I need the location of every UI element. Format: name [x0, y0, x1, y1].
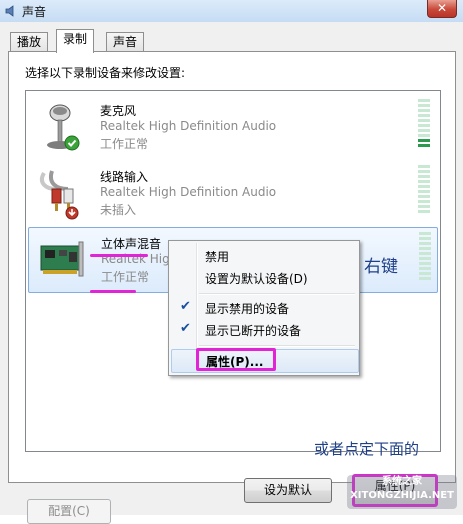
- tab-playback[interactable]: 播放: [10, 32, 49, 52]
- menu-item-properties[interactable]: 属性(P)...: [171, 348, 359, 373]
- speaker-icon: [5, 5, 14, 17]
- meter-bar: [418, 180, 430, 183]
- meter-bar: [419, 262, 431, 265]
- meter-bar: [419, 237, 431, 240]
- tab-sounds[interactable]: 声音: [106, 32, 145, 52]
- menu-item-show-disabled[interactable]: ✔ 显示禁用的设备: [171, 297, 357, 319]
- device-item-line-in[interactable]: 线路输入 Realtek High Definition Audio 未插入: [28, 161, 436, 225]
- level-meter: [419, 232, 431, 286]
- menu-item-label: 设置为默认设备(D): [205, 272, 308, 286]
- meter-bar: [418, 104, 430, 107]
- device-name: 立体声混音: [101, 237, 162, 251]
- meter-bar: [418, 114, 430, 117]
- configure-button[interactable]: 配置(C): [27, 499, 111, 524]
- meter-bar: [419, 252, 431, 255]
- title-bar: 声音 ✕: [0, 0, 463, 23]
- window-title: 声音: [22, 5, 47, 19]
- device-status: 工作正常: [100, 137, 149, 151]
- meter-bar: [418, 124, 430, 127]
- meter-bar: [418, 175, 430, 178]
- menu-separator: [199, 345, 355, 347]
- meter-bar: [418, 165, 430, 168]
- context-menu: 禁用 设置为默认设备(D) ✔ 显示禁用的设备 ✔ 显示已断开的设备 属性(P)…: [168, 240, 360, 376]
- annotation-underline: [90, 254, 148, 257]
- menu-item-disable[interactable]: 禁用: [171, 245, 357, 267]
- close-button[interactable]: ✕: [427, 0, 457, 18]
- menu-item-label: 显示已断开的设备: [205, 324, 302, 338]
- menu-item-label: 显示禁用的设备: [205, 302, 290, 316]
- meter-bar: [418, 129, 430, 132]
- level-meter: [418, 99, 430, 153]
- tab-recording[interactable]: 录制: [56, 29, 95, 53]
- meter-bar: [418, 109, 430, 112]
- device-status: 未插入: [100, 203, 137, 217]
- menu-item-label: 属性(P)...: [206, 355, 264, 369]
- meter-bar: [418, 119, 430, 122]
- menu-item-label: 禁用: [205, 250, 230, 264]
- menu-separator: [199, 293, 355, 295]
- annotation-underline: [90, 290, 136, 293]
- instruction-text: 选择以下录制设备来修改设置:: [25, 66, 186, 80]
- meter-bar: [418, 195, 430, 198]
- check-icon: ✔: [180, 321, 191, 336]
- meter-bar: [418, 185, 430, 188]
- meter-bar: [418, 205, 430, 208]
- menu-item-set-default[interactable]: 设置为默认设备(D): [171, 267, 357, 289]
- meter-bar: [418, 190, 430, 193]
- meter-bar: [419, 242, 431, 245]
- meter-bar: [418, 200, 430, 203]
- microphone-icon: [47, 104, 80, 151]
- meter-bar: [418, 134, 430, 137]
- device-driver: Realtek High Definition Audio: [100, 119, 277, 133]
- device-driver: Realtek High Definition Audio: [100, 185, 277, 199]
- line-in-cable-icon: [39, 170, 79, 220]
- meter-bar: [419, 267, 431, 270]
- sound-card-icon: [40, 241, 84, 277]
- level-meter: [418, 165, 430, 219]
- check-icon: ✔: [180, 299, 191, 314]
- menu-item-show-disconnected[interactable]: ✔ 显示已断开的设备: [171, 319, 357, 341]
- device-name: 线路输入: [100, 170, 149, 184]
- set-default-button[interactable]: 设为默认: [244, 478, 332, 503]
- device-name: 麦克风: [100, 104, 137, 118]
- meter-bar: [419, 257, 431, 260]
- meter-bar: [418, 99, 430, 102]
- meter-bar: [419, 272, 431, 275]
- device-status: 工作正常: [101, 270, 150, 284]
- meter-bar: [418, 210, 430, 213]
- meter-bar: [419, 277, 431, 280]
- annotation-right-click: 右键: [364, 257, 398, 277]
- meter-bar: [418, 144, 430, 147]
- meter-bar: [419, 247, 431, 250]
- meter-bar: [418, 170, 430, 173]
- meter-bar: [419, 232, 431, 235]
- device-item-microphone[interactable]: 麦克风 Realtek High Definition Audio 工作正常: [28, 95, 436, 159]
- meter-bar: [418, 139, 430, 142]
- annotation-or-click-below: 或者点定下面的: [314, 440, 420, 458]
- watermark: 系统之家 XITONGZHIJIA.NET: [347, 475, 457, 509]
